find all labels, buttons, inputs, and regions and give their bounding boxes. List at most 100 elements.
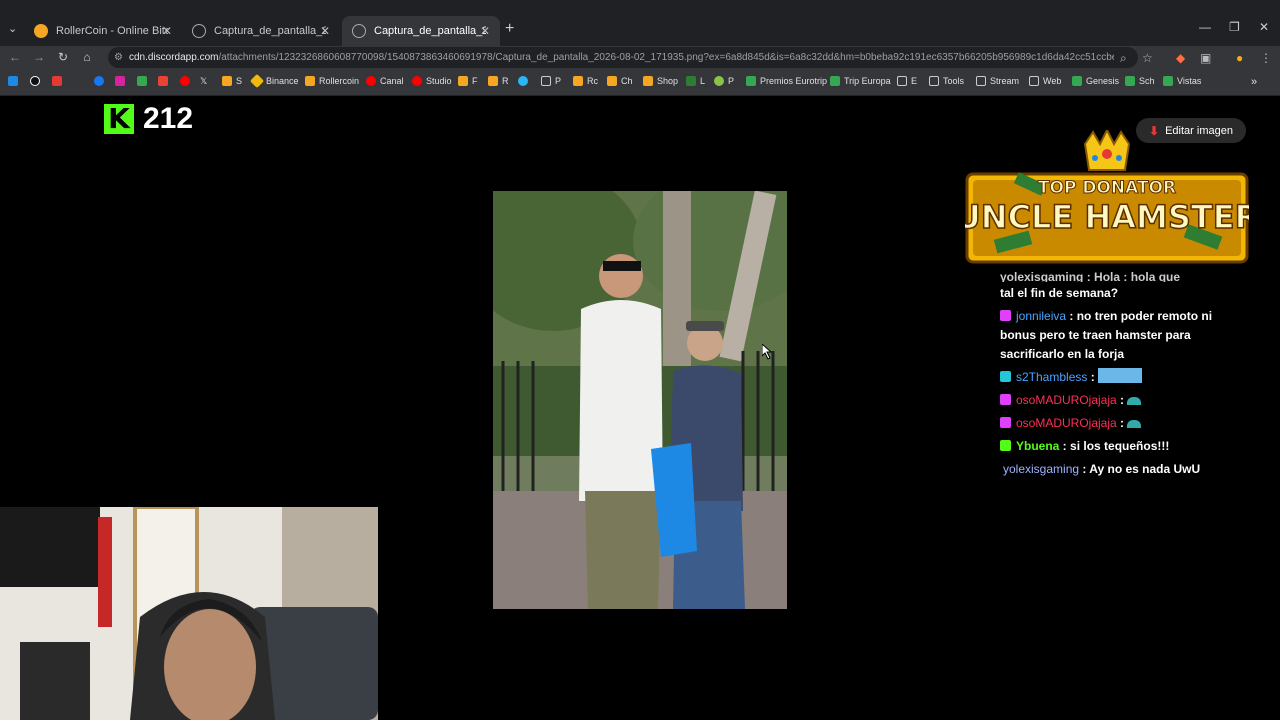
close-tab-icon[interactable]: ✕ — [318, 24, 332, 38]
home-icon[interactable]: ⌂ — [79, 50, 95, 64]
bookmark-x-icon[interactable]: 𝕏 — [200, 76, 207, 87]
screenshot-photo — [493, 191, 787, 609]
bookmark-canal[interactable]: Canal — [366, 76, 404, 86]
emote-icon — [1098, 368, 1143, 383]
bookmark-star-icon[interactable]: ☆ — [1142, 51, 1153, 65]
emote-icon — [1127, 420, 1142, 428]
tab-captura-active[interactable]: Captura_de_pantalla_2026-08-02 ✕ — [342, 16, 500, 46]
bookmark-studio[interactable]: Studio — [412, 76, 452, 86]
chat-message: Ybuena : si los tequeños!!! — [1000, 437, 1230, 456]
mouse-cursor-icon — [762, 344, 773, 360]
bookmark-trip-europa[interactable]: Trip Europa — [830, 76, 891, 86]
more-bookmarks-chevron-icon[interactable]: » — [1251, 76, 1257, 88]
chat-message: osoMADUROjajaja : — [1000, 414, 1230, 433]
bookmark-vistas[interactable]: Vistas — [1163, 76, 1201, 86]
bookmark-icon[interactable] — [30, 76, 44, 86]
chat-username: jonnileiva — [1016, 309, 1067, 323]
bookmark-r[interactable]: R — [488, 76, 509, 86]
chat-message: s2Thambless : — [1000, 368, 1230, 387]
chat-username: osoMADUROjajaja — [1016, 416, 1117, 430]
close-tab-icon[interactable]: ✕ — [478, 24, 492, 38]
bookmark-sch[interactable]: Sch — [1125, 76, 1155, 86]
chat-message: jonnileiva : no tren poder remoto ni bon… — [1000, 309, 1213, 361]
bookmark-icon[interactable] — [52, 76, 66, 86]
kick-viewer-counter: K 212 — [104, 102, 193, 136]
webcam-overlay — [0, 507, 378, 720]
bookmark-icon[interactable] — [115, 76, 129, 86]
chat-message-partial: yolexisgaming : Hola : hola que — [1000, 272, 1181, 282]
site-info-icon[interactable]: ⚙ — [114, 52, 123, 63]
close-tab-icon[interactable]: ✕ — [160, 24, 174, 38]
bookmark-folder-stream[interactable]: Stream — [976, 76, 1019, 86]
bookmark-icon[interactable] — [137, 76, 151, 86]
bookmark-f[interactable]: F — [458, 76, 478, 86]
bookmark-icon[interactable] — [94, 76, 108, 86]
url-path: /attachments/1232326860608770098/1540873… — [218, 52, 1114, 63]
bookmark-s[interactable]: S — [222, 76, 242, 86]
restore-icon[interactable]: ❐ — [1229, 20, 1240, 34]
subscriber-badge-icon — [1000, 310, 1011, 321]
chat-overlay: yolexisgaming : Hola : hola que tal el f… — [1000, 272, 1230, 483]
bookmark-shop[interactable]: Shop — [643, 76, 678, 86]
bookmark-ch[interactable]: Ch — [607, 76, 633, 86]
tab-captura-1[interactable]: Captura_de_pantalla_2026-08-02 ✕ — [182, 16, 340, 46]
bookmark-folder-web[interactable]: Web — [1029, 76, 1061, 86]
bookmark-genesis[interactable]: Genesis — [1072, 76, 1119, 86]
bookmark-l[interactable]: L — [686, 76, 705, 86]
chat-message: yolexisgaming : Ay no es nada UwU — [1003, 462, 1201, 476]
bookmark-premios-eurotrip[interactable]: Premios Eurotrip — [746, 76, 827, 86]
subscriber-badge-icon — [1000, 394, 1011, 405]
bookmark-p2[interactable]: P — [714, 76, 734, 86]
bookmark-folder-tools[interactable]: Tools — [929, 76, 964, 86]
close-window-icon[interactable]: ✕ — [1259, 20, 1269, 34]
tab-search-chevron-icon[interactable]: ⌄ — [8, 22, 17, 35]
chat-text: si los tequeños!!! — [1070, 439, 1170, 453]
bookmarks-bar: 𝕏 S Binance Rollercoin Canal Studio F R … — [0, 70, 1280, 96]
profile-avatar-icon[interactable]: ● — [1236, 51, 1243, 65]
chat-username: osoMADUROjajaja — [1016, 393, 1117, 407]
top-donator-banner: TOP DONATOR UNCLE HAMSTER — [954, 127, 1260, 264]
tab-bar: ⌄ RollerCoin - Online Bitcoin Mining ✕ C… — [0, 0, 1280, 46]
chat-message: tal el fin de semana? — [1000, 286, 1119, 300]
bookmark-telegram-icon[interactable] — [518, 76, 532, 86]
forward-icon[interactable]: → — [31, 50, 47, 64]
globe-icon — [192, 24, 206, 38]
kick-logo-icon: K — [104, 104, 134, 134]
subscriber-badge-icon — [1000, 371, 1011, 382]
chat-message: osoMADUROjajaja : — [1000, 391, 1230, 410]
bookmark-folder-p[interactable]: P — [541, 76, 561, 86]
bookmark-rollercoin[interactable]: Rollercoin — [305, 76, 359, 86]
tab-title: Captura_de_pantalla_2026-08-02 — [374, 25, 486, 37]
tab-title: RollerCoin - Online Bitcoin Mining — [56, 25, 168, 37]
new-tab-icon[interactable]: + — [505, 20, 514, 38]
rollercoin-favicon-icon — [34, 24, 48, 38]
viewer-count: 212 — [143, 102, 194, 135]
menu-kebab-icon[interactable]: ⋮ — [1260, 51, 1272, 65]
bookmark-icon[interactable] — [158, 76, 172, 86]
emote-icon — [1127, 397, 1142, 405]
chat-username: Ybuena — [1016, 439, 1060, 453]
reload-icon[interactable]: ↻ — [55, 50, 71, 64]
bookmark-binance[interactable]: Binance — [249, 73, 299, 89]
chat-text: Ay no es nada UwU — [1089, 462, 1201, 476]
extension-fox-icon[interactable]: ◆ — [1176, 51, 1185, 65]
tab-rollercoin[interactable]: RollerCoin - Online Bitcoin Mining ✕ — [24, 16, 182, 46]
bookmark-icon[interactable] — [8, 76, 22, 86]
bookmark-icon[interactable] — [180, 76, 194, 86]
banner-line2: UNCLE HAMSTER — [965, 198, 1249, 236]
minimize-icon[interactable]: — — [1199, 20, 1211, 34]
bookmark-folder-e[interactable]: E — [897, 76, 917, 86]
extensions-puzzle-icon[interactable]: ▣ — [1200, 51, 1211, 65]
address-bar[interactable]: ⚙ cdn.discordapp.com/attachments/1232326… — [108, 47, 1138, 68]
globe-icon — [352, 24, 366, 38]
subscriber-badge-icon — [1000, 440, 1011, 451]
url-host: cdn.discordapp.com — [128, 52, 219, 63]
subscriber-badge-icon — [1000, 417, 1011, 428]
zoom-icon[interactable]: ⌕ — [1120, 51, 1127, 66]
chat-username: s2Thambless — [1016, 370, 1088, 384]
bookmark-rc[interactable]: Rc — [573, 76, 598, 86]
url-text: cdn.discordapp.com/attachments/123232686… — [129, 52, 1114, 63]
chat-username: yolexisgaming — [1003, 462, 1080, 476]
banner-line1: TOP DONATOR — [1038, 178, 1176, 198]
back-icon[interactable]: ← — [7, 50, 23, 64]
